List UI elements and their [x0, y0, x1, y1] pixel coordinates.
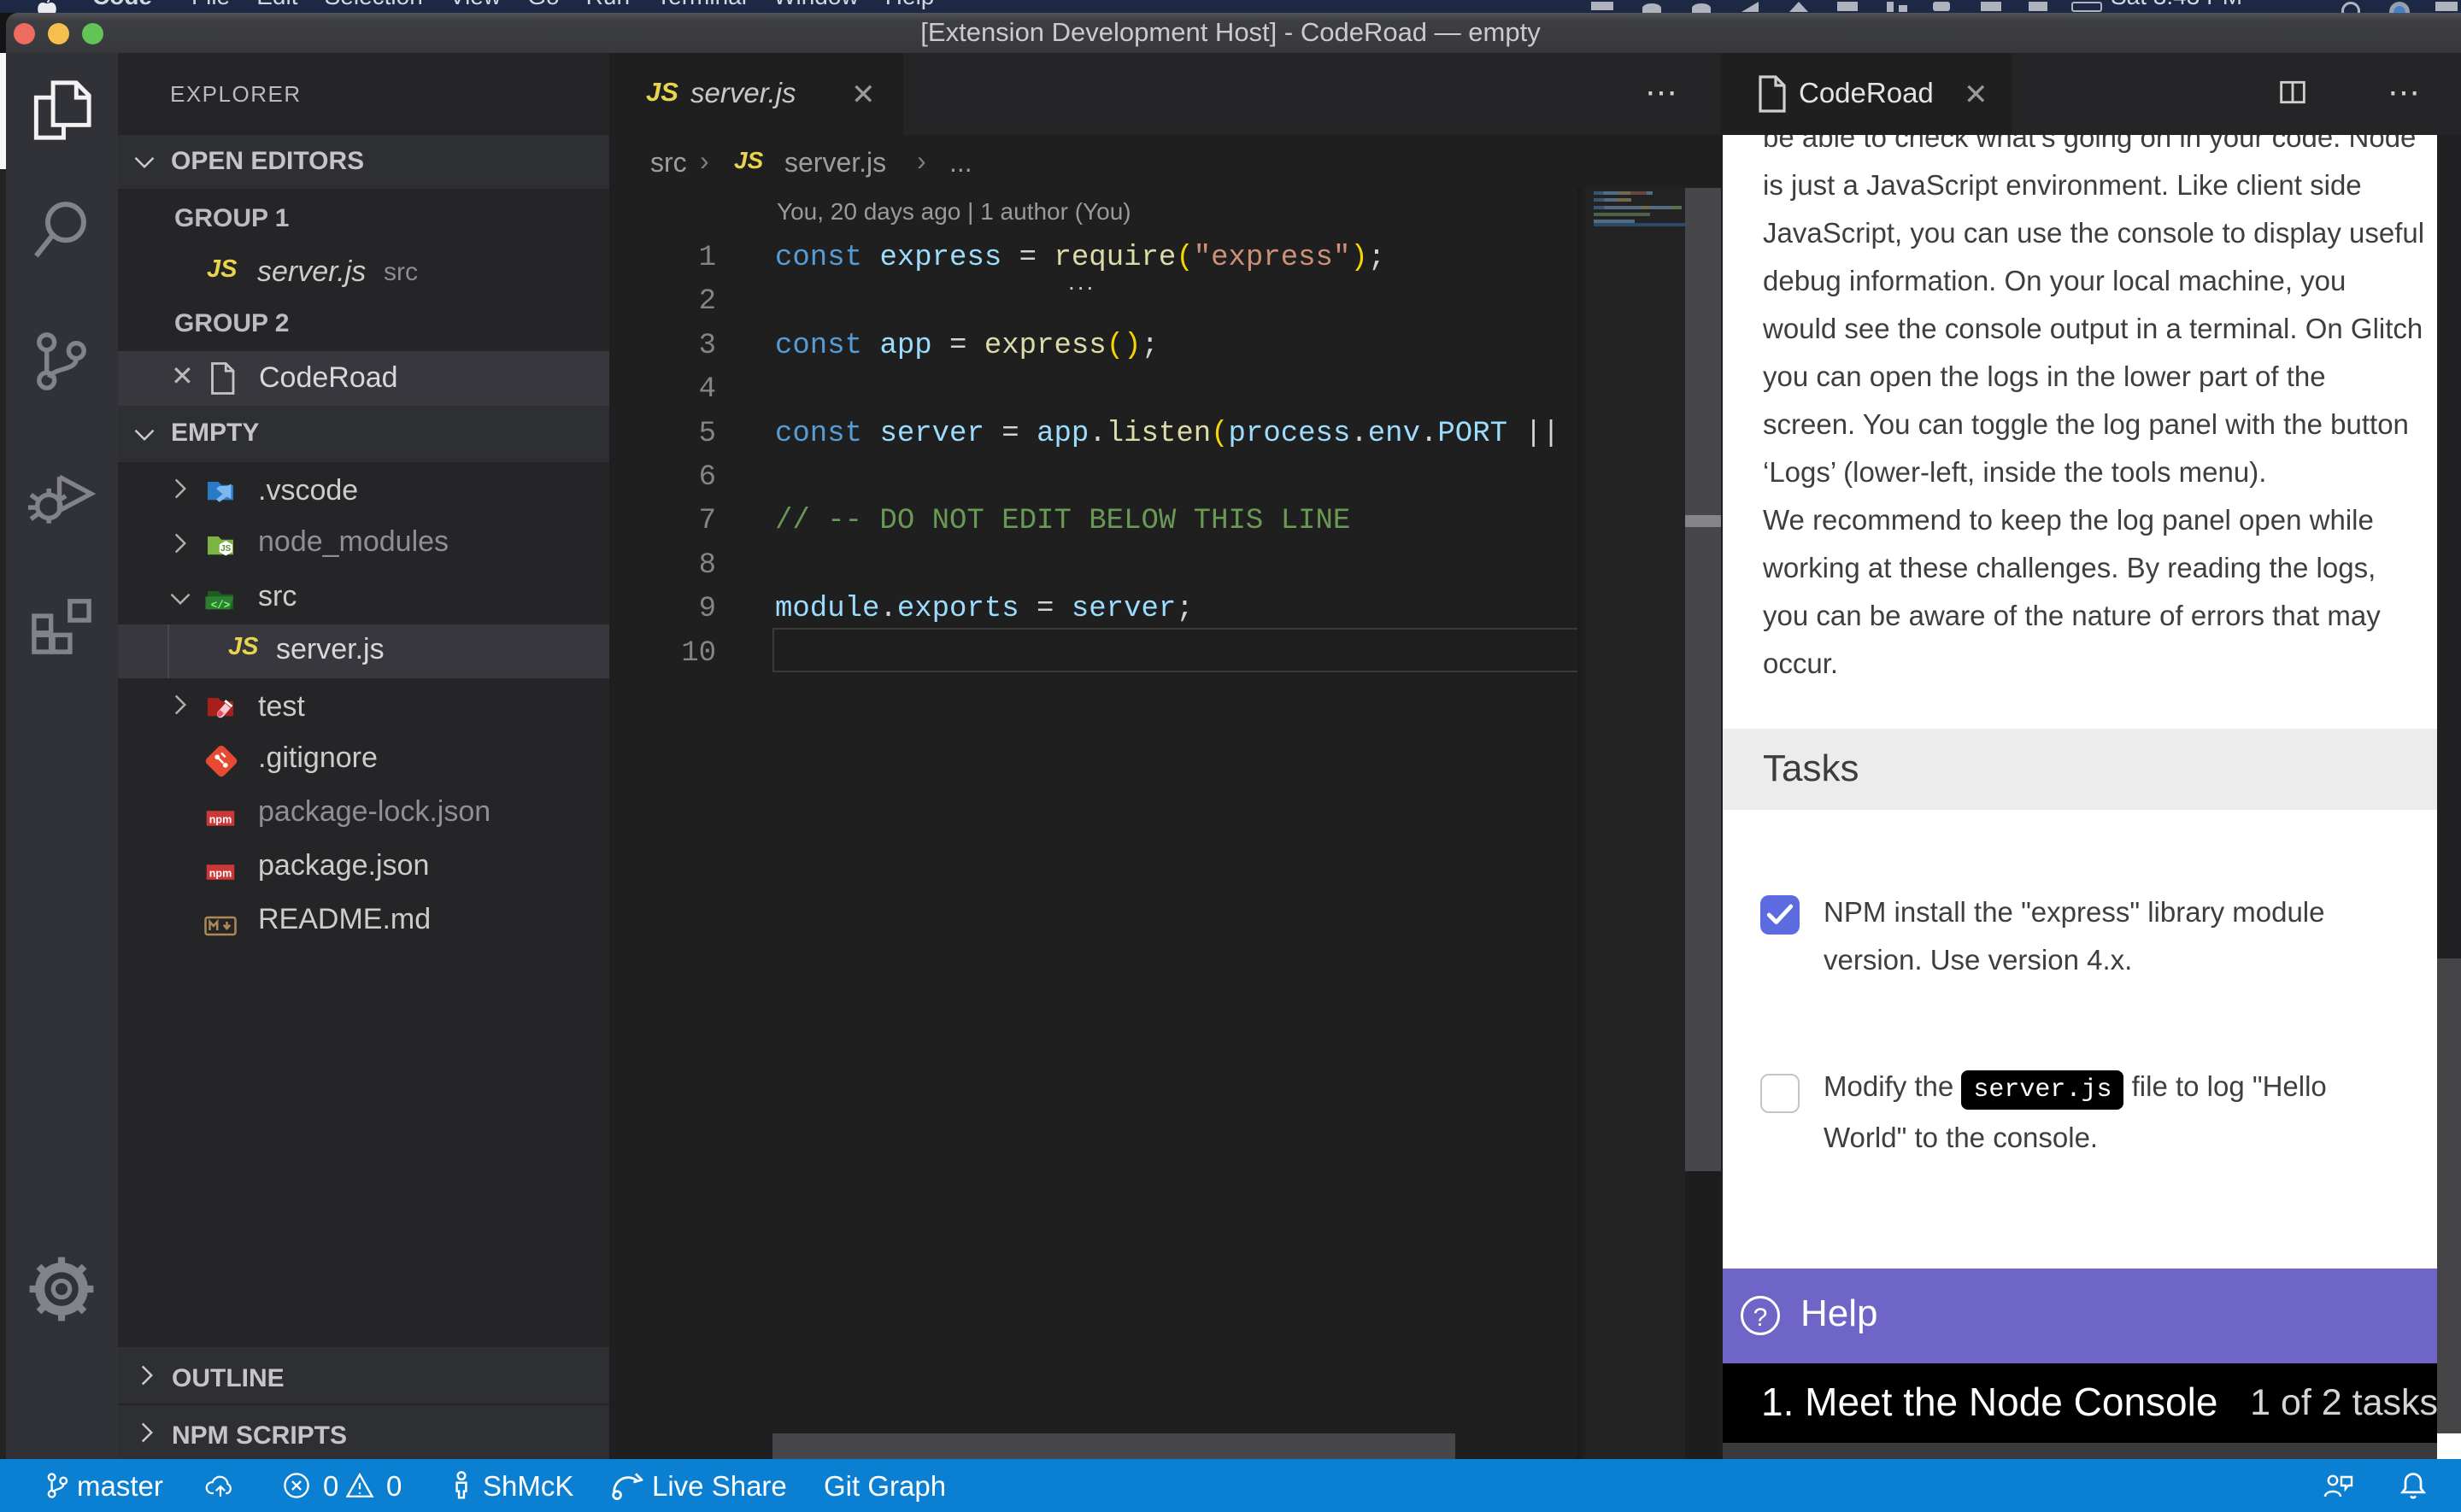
svg-text:npm: npm: [209, 814, 232, 826]
svg-text:</>: </>: [211, 600, 231, 612]
svg-text:JS: JS: [220, 544, 232, 554]
svg-text:npm: npm: [209, 868, 232, 880]
